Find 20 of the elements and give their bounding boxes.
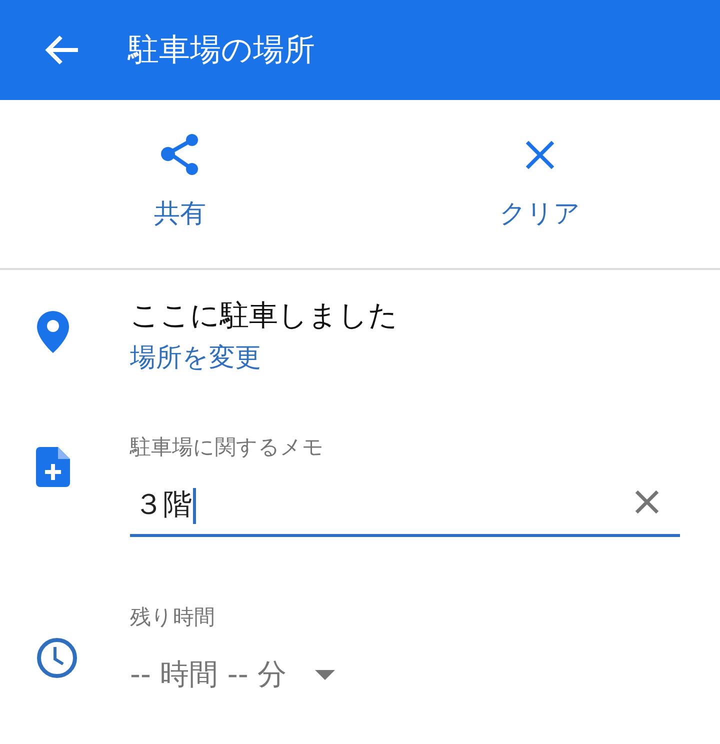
clear-text-button[interactable] (634, 489, 660, 515)
share-icon (160, 132, 200, 176)
location-pin-icon (36, 310, 70, 354)
share-button[interactable]: 共有 (0, 118, 360, 244)
clear-button[interactable]: クリア (360, 118, 720, 244)
memo-field[interactable]: ３階 (130, 475, 680, 537)
clock-icon (36, 637, 78, 679)
add-note-icon (36, 447, 70, 487)
text-cursor (192, 488, 196, 524)
close-icon (524, 138, 556, 170)
time-select[interactable]: -- 時間 -- 分 (130, 655, 335, 695)
back-arrow-icon (44, 34, 80, 66)
caret-icon (314, 670, 335, 680)
close-icon (634, 489, 660, 515)
back-button[interactable] (44, 34, 80, 66)
page-title: 駐車場の場所 (128, 31, 315, 70)
memo-label: 駐車場に関するメモ (130, 434, 325, 461)
remaining-time-label: 残り時間 (130, 604, 216, 631)
change-location-link[interactable]: 場所を変更 (130, 340, 261, 375)
parked-here-text: ここに駐車しました (130, 297, 399, 334)
